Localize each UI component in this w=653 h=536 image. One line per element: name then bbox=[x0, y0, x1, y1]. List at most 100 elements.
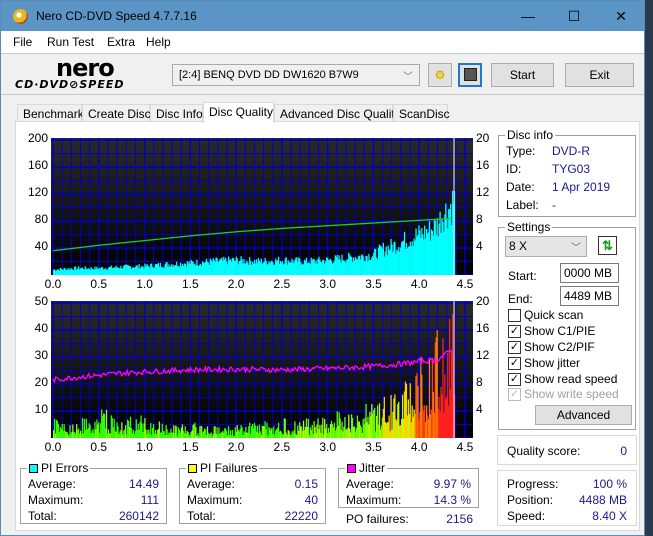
speed-value: 8.40 X bbox=[592, 509, 627, 523]
start-input[interactable]: 0000 MB bbox=[560, 263, 619, 283]
pi-failures-title-text: PI Failures bbox=[200, 461, 258, 475]
id-label: ID: bbox=[506, 162, 522, 176]
drive-info-button[interactable]: ⚙ bbox=[428, 63, 452, 87]
pi-failures-maximum-value: 40 bbox=[304, 493, 318, 507]
toolbar: nero CD·DVD⊘SPEED [2:4] BENQ DVD DD DW16… bbox=[1, 53, 644, 95]
menu-file[interactable]: File bbox=[13, 35, 32, 49]
pi-errors-swatch bbox=[29, 464, 38, 473]
y-left-tick-label: 40 bbox=[34, 321, 48, 335]
jitter-average-value: 9.97 % bbox=[433, 477, 471, 491]
po-failures-value: 2156 bbox=[446, 512, 473, 526]
menu-extra[interactable]: Extra bbox=[107, 35, 135, 49]
chevron-down-icon: ﹀ bbox=[403, 72, 413, 83]
y-right-tick-label: 12 bbox=[476, 348, 490, 362]
date-label: Date: bbox=[506, 180, 535, 194]
y-left-tick-label: 80 bbox=[34, 212, 48, 226]
jitter-group: Jitter Average: 9.97 % Maximum: 14.3 % bbox=[338, 461, 479, 508]
progress-label: Progress: bbox=[507, 477, 559, 491]
pi-failures-total-label: Total: bbox=[187, 509, 216, 523]
pi-errors-total-label: Total: bbox=[28, 509, 57, 523]
x-tick-label: 1.0 bbox=[136, 277, 153, 291]
close-button[interactable]: ✕ bbox=[598, 1, 644, 31]
window-title: Nero CD-DVD Speed 4.7.7.16 bbox=[36, 9, 197, 23]
x-tick-label: 1.5 bbox=[181, 277, 199, 291]
save-button[interactable] bbox=[458, 63, 482, 87]
speed-select[interactable]: 8 X ﹀ bbox=[505, 236, 587, 257]
pi-errors-average-label: Average: bbox=[28, 477, 76, 491]
quick-scan-label[interactable]: Quick scan bbox=[524, 308, 583, 322]
jitter-title-text: Jitter bbox=[359, 461, 386, 475]
refresh-icon: ⇅ bbox=[602, 238, 613, 253]
show-jitter-label[interactable]: Show jitter bbox=[524, 356, 580, 370]
maximize-button[interactable]: ☐ bbox=[551, 1, 597, 31]
pi-failures-swatch bbox=[188, 464, 197, 473]
y-left-tick-label: 40 bbox=[34, 239, 48, 253]
x-tick-label: 3.0 bbox=[319, 277, 336, 291]
show-c1-pie-box[interactable]: ✓ bbox=[508, 325, 521, 338]
x-tick-label: 0.5 bbox=[90, 440, 108, 454]
app-window: Nero CD-DVD Speed 4.7.7.16 — ☐ ✕ File Ru… bbox=[0, 0, 645, 536]
show-c2-pif-label[interactable]: Show C2/PIF bbox=[524, 340, 595, 354]
menu-run-test[interactable]: Run Test bbox=[47, 35, 94, 49]
jitter-swatch bbox=[347, 464, 356, 473]
refresh-button[interactable]: ⇅ bbox=[598, 236, 617, 255]
disc-info-title: Disc info bbox=[505, 128, 556, 142]
type-value: DVD-R bbox=[552, 144, 590, 158]
exit-button[interactable]: Exit bbox=[565, 63, 634, 87]
jitter-title: Jitter bbox=[345, 461, 388, 475]
pi-errors-total-value: 260142 bbox=[118, 509, 159, 523]
quick-scan-box[interactable] bbox=[508, 309, 521, 322]
tab-disc-quality[interactable]: Disc Quality bbox=[203, 102, 274, 123]
discs-icon: ⚙ bbox=[434, 68, 446, 82]
speed-select-value: 8 X bbox=[509, 239, 528, 253]
x-tick-label: 2.0 bbox=[227, 277, 245, 291]
pi-failures-maximum-label: Maximum: bbox=[187, 493, 243, 507]
y-right-tick-label: 16 bbox=[476, 321, 490, 335]
pi-failures-group: PI Failures Average: 0.15 Maximum: 40 To… bbox=[179, 461, 326, 524]
y-right-tick-label: 4 bbox=[476, 239, 483, 253]
x-tick-label: 1.0 bbox=[136, 440, 153, 454]
pi-failures-chart bbox=[51, 301, 473, 438]
disc-info-group: Disc info Type: DVD-R ID: TYG03 Date: 1 … bbox=[498, 128, 636, 217]
menu-help[interactable]: Help bbox=[146, 35, 171, 49]
po-failures-label: PO failures: bbox=[346, 512, 409, 526]
show-jitter-box[interactable]: ✓ bbox=[508, 357, 521, 370]
x-tick-label: 3.0 bbox=[319, 440, 336, 454]
jitter-maximum-label: Maximum: bbox=[346, 493, 402, 507]
drive-select-value: [2:4] BENQ DVD DD DW1620 B7W9 bbox=[179, 69, 359, 81]
quality-score-value: 0 bbox=[620, 444, 627, 458]
pi-errors-maximum-label: Maximum: bbox=[28, 493, 84, 507]
pi-errors-title: PI Errors bbox=[27, 461, 91, 475]
chevron-down-icon: ﹀ bbox=[571, 243, 581, 254]
cd-dvd-speed-logo: CD·DVD⊘SPEED bbox=[15, 78, 125, 91]
advanced-button[interactable]: Advanced bbox=[535, 405, 632, 425]
pi-errors-group: PI Errors Average: 14.49 Maximum: 111 To… bbox=[20, 461, 167, 524]
show-read-speed-box[interactable]: ✓ bbox=[508, 373, 521, 386]
position-value: 4488 MB bbox=[578, 493, 627, 507]
pi-errors-maximum-value: 111 bbox=[140, 493, 159, 507]
x-tick-label: 3.5 bbox=[365, 277, 382, 291]
date-value: 1 Apr 2019 bbox=[552, 180, 611, 194]
x-tick-label: 0.0 bbox=[44, 440, 62, 454]
speed-label: Speed: bbox=[507, 509, 546, 523]
show-c2-pif-box[interactable]: ✓ bbox=[508, 341, 521, 354]
pi-failures-average-label: Average: bbox=[187, 477, 235, 491]
drive-select[interactable]: [2:4] BENQ DVD DD DW1620 B7W9 ﹀ bbox=[172, 64, 420, 86]
show-c1-pie-label[interactable]: Show C1/PIE bbox=[524, 324, 595, 338]
y-right-tick-label: 20 bbox=[476, 131, 490, 145]
x-tick-label: 0.5 bbox=[90, 277, 108, 291]
label-label: Label: bbox=[506, 198, 539, 212]
y-left-tick-label: 200 bbox=[27, 131, 48, 145]
minimize-button[interactable]: — bbox=[505, 1, 551, 31]
floppy-disk-icon bbox=[463, 68, 477, 81]
progress-panel: Progress: 100 % Position: 4488 MB Speed:… bbox=[497, 470, 637, 526]
x-tick-label: 2.5 bbox=[273, 277, 291, 291]
x-tick-label: 2.0 bbox=[227, 440, 245, 454]
y-left-tick-label: 50 bbox=[34, 294, 48, 308]
show-read-speed-label[interactable]: Show read speed bbox=[524, 372, 617, 386]
y-left-tick-label: 160 bbox=[27, 158, 48, 172]
y-right-tick-label: 4 bbox=[476, 402, 483, 416]
type-label: Type: bbox=[506, 144, 536, 158]
start-button[interactable]: Start bbox=[491, 63, 554, 87]
end-input[interactable]: 4489 MB bbox=[560, 286, 619, 306]
